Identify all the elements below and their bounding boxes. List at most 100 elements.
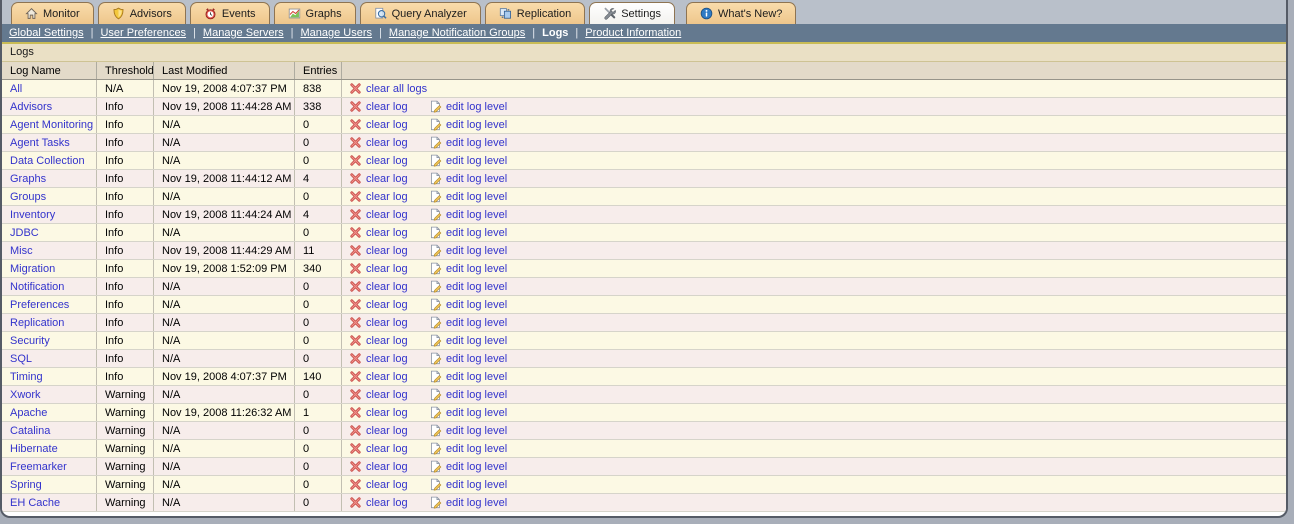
log-name-link[interactable]: Agent Monitoring bbox=[10, 119, 93, 131]
edit-log-icon[interactable] bbox=[429, 226, 442, 239]
clear-log-icon[interactable] bbox=[349, 280, 362, 293]
log-name-link[interactable]: Xwork bbox=[10, 389, 41, 401]
clear-log-link[interactable]: clear log bbox=[366, 371, 408, 383]
edit-log-icon[interactable] bbox=[429, 244, 442, 257]
clear-log-link[interactable]: clear log bbox=[366, 497, 408, 509]
edit-log-level-link[interactable]: edit log level bbox=[446, 389, 507, 401]
nav-link-user-preferences[interactable]: User Preferences bbox=[100, 27, 186, 39]
log-name-link[interactable]: Replication bbox=[10, 317, 64, 329]
tab-events[interactable]: Events bbox=[190, 2, 270, 24]
edit-log-level-link[interactable]: edit log level bbox=[446, 173, 507, 185]
edit-log-icon[interactable] bbox=[429, 316, 442, 329]
clear-log-icon[interactable] bbox=[349, 478, 362, 491]
log-name-link[interactable]: SQL bbox=[10, 353, 32, 365]
clear-log-link[interactable]: clear log bbox=[366, 245, 408, 257]
clear-log-icon[interactable] bbox=[349, 406, 362, 419]
log-name-link[interactable]: Migration bbox=[10, 263, 55, 275]
log-name-link[interactable]: Apache bbox=[10, 407, 47, 419]
log-name-link[interactable]: EH Cache bbox=[10, 497, 60, 509]
clear-log-link[interactable]: clear log bbox=[366, 299, 408, 311]
edit-log-icon[interactable] bbox=[429, 262, 442, 275]
clear-log-icon[interactable] bbox=[349, 370, 362, 383]
clear-log-icon[interactable] bbox=[349, 154, 362, 167]
clear-log-icon[interactable] bbox=[349, 442, 362, 455]
log-name-link[interactable]: JDBC bbox=[10, 227, 39, 239]
log-name-link[interactable]: Advisors bbox=[10, 101, 52, 113]
edit-log-level-link[interactable]: edit log level bbox=[446, 263, 507, 275]
clear-log-icon[interactable] bbox=[349, 352, 362, 365]
clear-log-link[interactable]: clear log bbox=[366, 389, 408, 401]
clear-log-link[interactable]: clear log bbox=[366, 407, 408, 419]
clear-log-link[interactable]: clear log bbox=[366, 425, 408, 437]
clear-log-icon[interactable] bbox=[349, 388, 362, 401]
edit-log-icon[interactable] bbox=[429, 424, 442, 437]
edit-log-level-link[interactable]: edit log level bbox=[446, 479, 507, 491]
edit-log-level-link[interactable]: edit log level bbox=[446, 155, 507, 167]
clear-log-icon[interactable] bbox=[349, 82, 362, 95]
tab-replication[interactable]: Replication bbox=[485, 2, 585, 24]
clear-log-icon[interactable] bbox=[349, 334, 362, 347]
clear-log-icon[interactable] bbox=[349, 190, 362, 203]
edit-log-icon[interactable] bbox=[429, 442, 442, 455]
clear-log-link[interactable]: clear log bbox=[366, 263, 408, 275]
log-name-link[interactable]: Security bbox=[10, 335, 50, 347]
edit-log-icon[interactable] bbox=[429, 172, 442, 185]
nav-link-logs[interactable]: Logs bbox=[542, 27, 568, 39]
edit-log-icon[interactable] bbox=[429, 100, 442, 113]
tab-settings[interactable]: Settings bbox=[589, 2, 675, 24]
edit-log-icon[interactable] bbox=[429, 136, 442, 149]
edit-log-level-link[interactable]: edit log level bbox=[446, 101, 507, 113]
log-name-link[interactable]: Misc bbox=[10, 245, 33, 257]
edit-log-level-link[interactable]: edit log level bbox=[446, 299, 507, 311]
nav-link-manage-users[interactable]: Manage Users bbox=[301, 27, 373, 39]
clear-log-link[interactable]: clear log bbox=[366, 317, 408, 329]
edit-log-level-link[interactable]: edit log level bbox=[446, 191, 507, 203]
clear-log-link[interactable]: clear log bbox=[366, 173, 408, 185]
clear-log-link[interactable]: clear log bbox=[366, 227, 408, 239]
log-name-link[interactable]: All bbox=[10, 83, 22, 95]
edit-log-level-link[interactable]: edit log level bbox=[446, 281, 507, 293]
log-name-link[interactable]: Notification bbox=[10, 281, 64, 293]
edit-log-icon[interactable] bbox=[429, 280, 442, 293]
tab-advisors[interactable]: Advisors bbox=[98, 2, 186, 24]
edit-log-icon[interactable] bbox=[429, 118, 442, 131]
edit-log-level-link[interactable]: edit log level bbox=[446, 245, 507, 257]
nav-link-product-information[interactable]: Product Information bbox=[585, 27, 681, 39]
clear-log-icon[interactable] bbox=[349, 172, 362, 185]
edit-log-icon[interactable] bbox=[429, 460, 442, 473]
edit-log-level-link[interactable]: edit log level bbox=[446, 209, 507, 221]
clear-log-link[interactable]: clear log bbox=[366, 461, 408, 473]
log-name-link[interactable]: Groups bbox=[10, 191, 46, 203]
nav-link-manage-servers[interactable]: Manage Servers bbox=[203, 27, 284, 39]
tab-query-analyzer[interactable]: Query Analyzer bbox=[360, 2, 481, 24]
clear-log-link[interactable]: clear log bbox=[366, 443, 408, 455]
clear-log-icon[interactable] bbox=[349, 226, 362, 239]
edit-log-icon[interactable] bbox=[429, 190, 442, 203]
clear-log-icon[interactable] bbox=[349, 244, 362, 257]
edit-log-level-link[interactable]: edit log level bbox=[446, 317, 507, 329]
log-name-link[interactable]: Spring bbox=[10, 479, 42, 491]
log-name-link[interactable]: Timing bbox=[10, 371, 43, 383]
clear-log-link[interactable]: clear log bbox=[366, 137, 408, 149]
clear-log-link[interactable]: clear all logs bbox=[366, 83, 427, 95]
clear-log-icon[interactable] bbox=[349, 460, 362, 473]
clear-log-icon[interactable] bbox=[349, 496, 362, 509]
clear-log-link[interactable]: clear log bbox=[366, 281, 408, 293]
clear-log-link[interactable]: clear log bbox=[366, 479, 408, 491]
edit-log-level-link[interactable]: edit log level bbox=[446, 425, 507, 437]
log-name-link[interactable]: Hibernate bbox=[10, 443, 58, 455]
clear-log-icon[interactable] bbox=[349, 298, 362, 311]
tab-monitor[interactable]: Monitor bbox=[11, 2, 94, 24]
edit-log-level-link[interactable]: edit log level bbox=[446, 371, 507, 383]
edit-log-level-link[interactable]: edit log level bbox=[446, 137, 507, 149]
edit-log-icon[interactable] bbox=[429, 154, 442, 167]
tab-what-s-new[interactable]: What's New? bbox=[686, 2, 796, 24]
edit-log-icon[interactable] bbox=[429, 388, 442, 401]
clear-log-link[interactable]: clear log bbox=[366, 191, 408, 203]
edit-log-icon[interactable] bbox=[429, 352, 442, 365]
clear-log-icon[interactable] bbox=[349, 100, 362, 113]
clear-log-icon[interactable] bbox=[349, 316, 362, 329]
nav-link-global-settings[interactable]: Global Settings bbox=[9, 27, 84, 39]
edit-log-level-link[interactable]: edit log level bbox=[446, 461, 507, 473]
clear-log-link[interactable]: clear log bbox=[366, 155, 408, 167]
